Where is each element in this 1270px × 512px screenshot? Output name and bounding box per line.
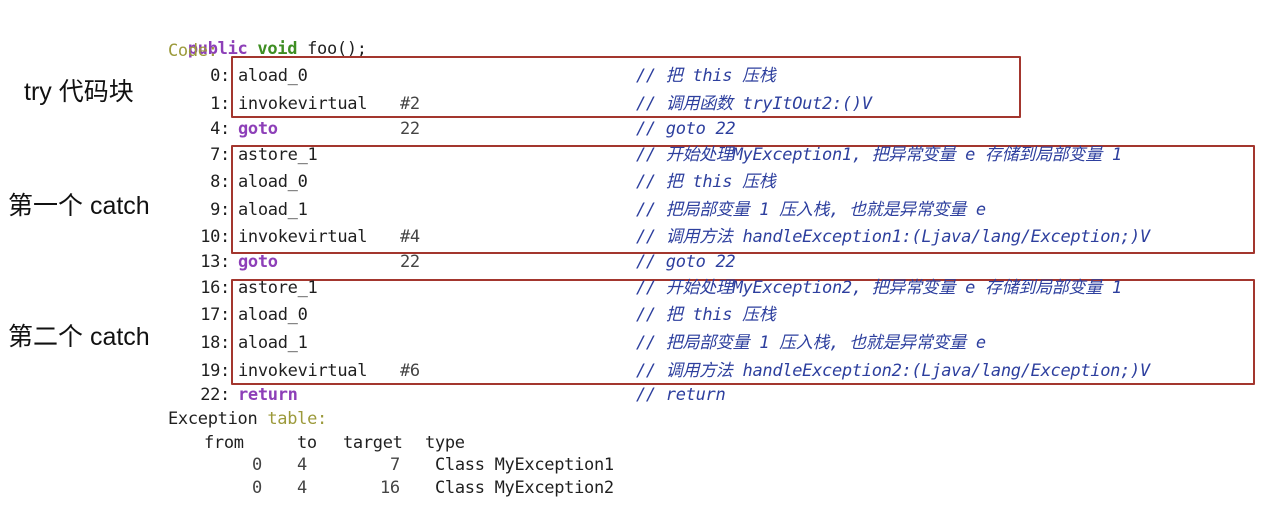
instruction-op: invokevirtual	[238, 94, 368, 114]
instruction-op: return	[238, 385, 298, 405]
instruction-comment: // 把 this 压栈	[636, 172, 776, 192]
instruction-comment: // 开始处理MyException2, 把异常变量 e 存储到局部变量 1	[636, 278, 1122, 298]
instruction-op: astore_1	[238, 145, 318, 165]
instruction-operand: 22	[400, 252, 420, 272]
instruction-operand: #4	[400, 227, 420, 247]
try-block-label: try 代码块	[24, 78, 134, 106]
instruction-offset: 10:	[200, 227, 230, 247]
instruction-operand: #2	[400, 94, 420, 114]
instruction-operand: #6	[400, 361, 420, 381]
catch2-label: 第二个 catch	[8, 323, 150, 351]
instruction-offset: 17:	[200, 305, 230, 325]
instruction-offset: 7:	[210, 145, 230, 165]
instruction-offset: 13:	[200, 252, 230, 272]
instruction-op: invokevirtual	[238, 227, 368, 247]
instruction-op: aload_0	[238, 172, 308, 192]
instruction-offset: 0:	[210, 66, 230, 86]
instruction-op: goto	[238, 252, 278, 272]
instruction-comment: // return	[636, 385, 726, 405]
code-label: Code:	[168, 41, 218, 61]
exception-title-word: Exception	[168, 409, 258, 429]
instruction-comment: // 把局部变量 1 压入栈, 也就是异常变量 e	[636, 333, 986, 353]
instruction-op: astore_1	[238, 278, 318, 298]
instruction-offset: 9:	[210, 200, 230, 220]
instruction-offset: 18:	[200, 333, 230, 353]
exception-table-title: Exception table:	[168, 408, 327, 430]
exception-cell-to: 4	[297, 478, 307, 498]
exception-header-target: target	[343, 433, 403, 453]
exception-cell-from: 0	[252, 455, 262, 475]
exception-cell-target: 7	[390, 455, 400, 475]
instruction-op: goto	[238, 119, 278, 139]
exception-header-type: type	[425, 433, 465, 453]
instruction-comment: // 把 this 压栈	[636, 66, 776, 86]
instruction-op: aload_1	[238, 333, 308, 353]
exception-cell-target: 16	[380, 478, 400, 498]
exception-header-to: to	[297, 433, 317, 453]
instruction-comment: // 调用函数 tryItOut2:()V	[636, 94, 872, 114]
instruction-op: aload_0	[238, 66, 308, 86]
instruction-offset: 22:	[200, 385, 230, 405]
instruction-comment: // 把 this 压栈	[636, 305, 776, 325]
instruction-comment: // 把局部变量 1 压入栈, 也就是异常变量 e	[636, 200, 986, 220]
instruction-comment: // goto 22	[636, 252, 736, 272]
instruction-comment: // 调用方法 handleException2:(Ljava/lang/Exc…	[636, 361, 1150, 381]
instruction-op: aload_0	[238, 305, 308, 325]
exception-header-from: from	[204, 433, 244, 453]
exception-cell-type: Class MyException1	[435, 455, 614, 475]
instruction-comment: // 调用方法 handleException1:(Ljava/lang/Exc…	[636, 227, 1150, 247]
instruction-comment: // goto 22	[636, 119, 736, 139]
exception-cell-to: 4	[297, 455, 307, 475]
exception-cell-from: 0	[252, 478, 262, 498]
table-title-word: table:	[267, 409, 327, 429]
instruction-operand: 22	[400, 119, 420, 139]
exception-cell-type: Class MyException2	[435, 478, 614, 498]
instruction-op: invokevirtual	[238, 361, 368, 381]
instruction-op: aload_1	[238, 200, 308, 220]
instruction-offset: 1:	[210, 94, 230, 114]
instruction-offset: 8:	[210, 172, 230, 192]
instruction-offset: 19:	[200, 361, 230, 381]
catch1-label: 第一个 catch	[8, 192, 150, 220]
instruction-comment: // 开始处理MyException1, 把异常变量 e 存储到局部变量 1	[636, 145, 1122, 165]
instruction-offset: 4:	[210, 119, 230, 139]
instruction-offset: 16:	[200, 278, 230, 298]
